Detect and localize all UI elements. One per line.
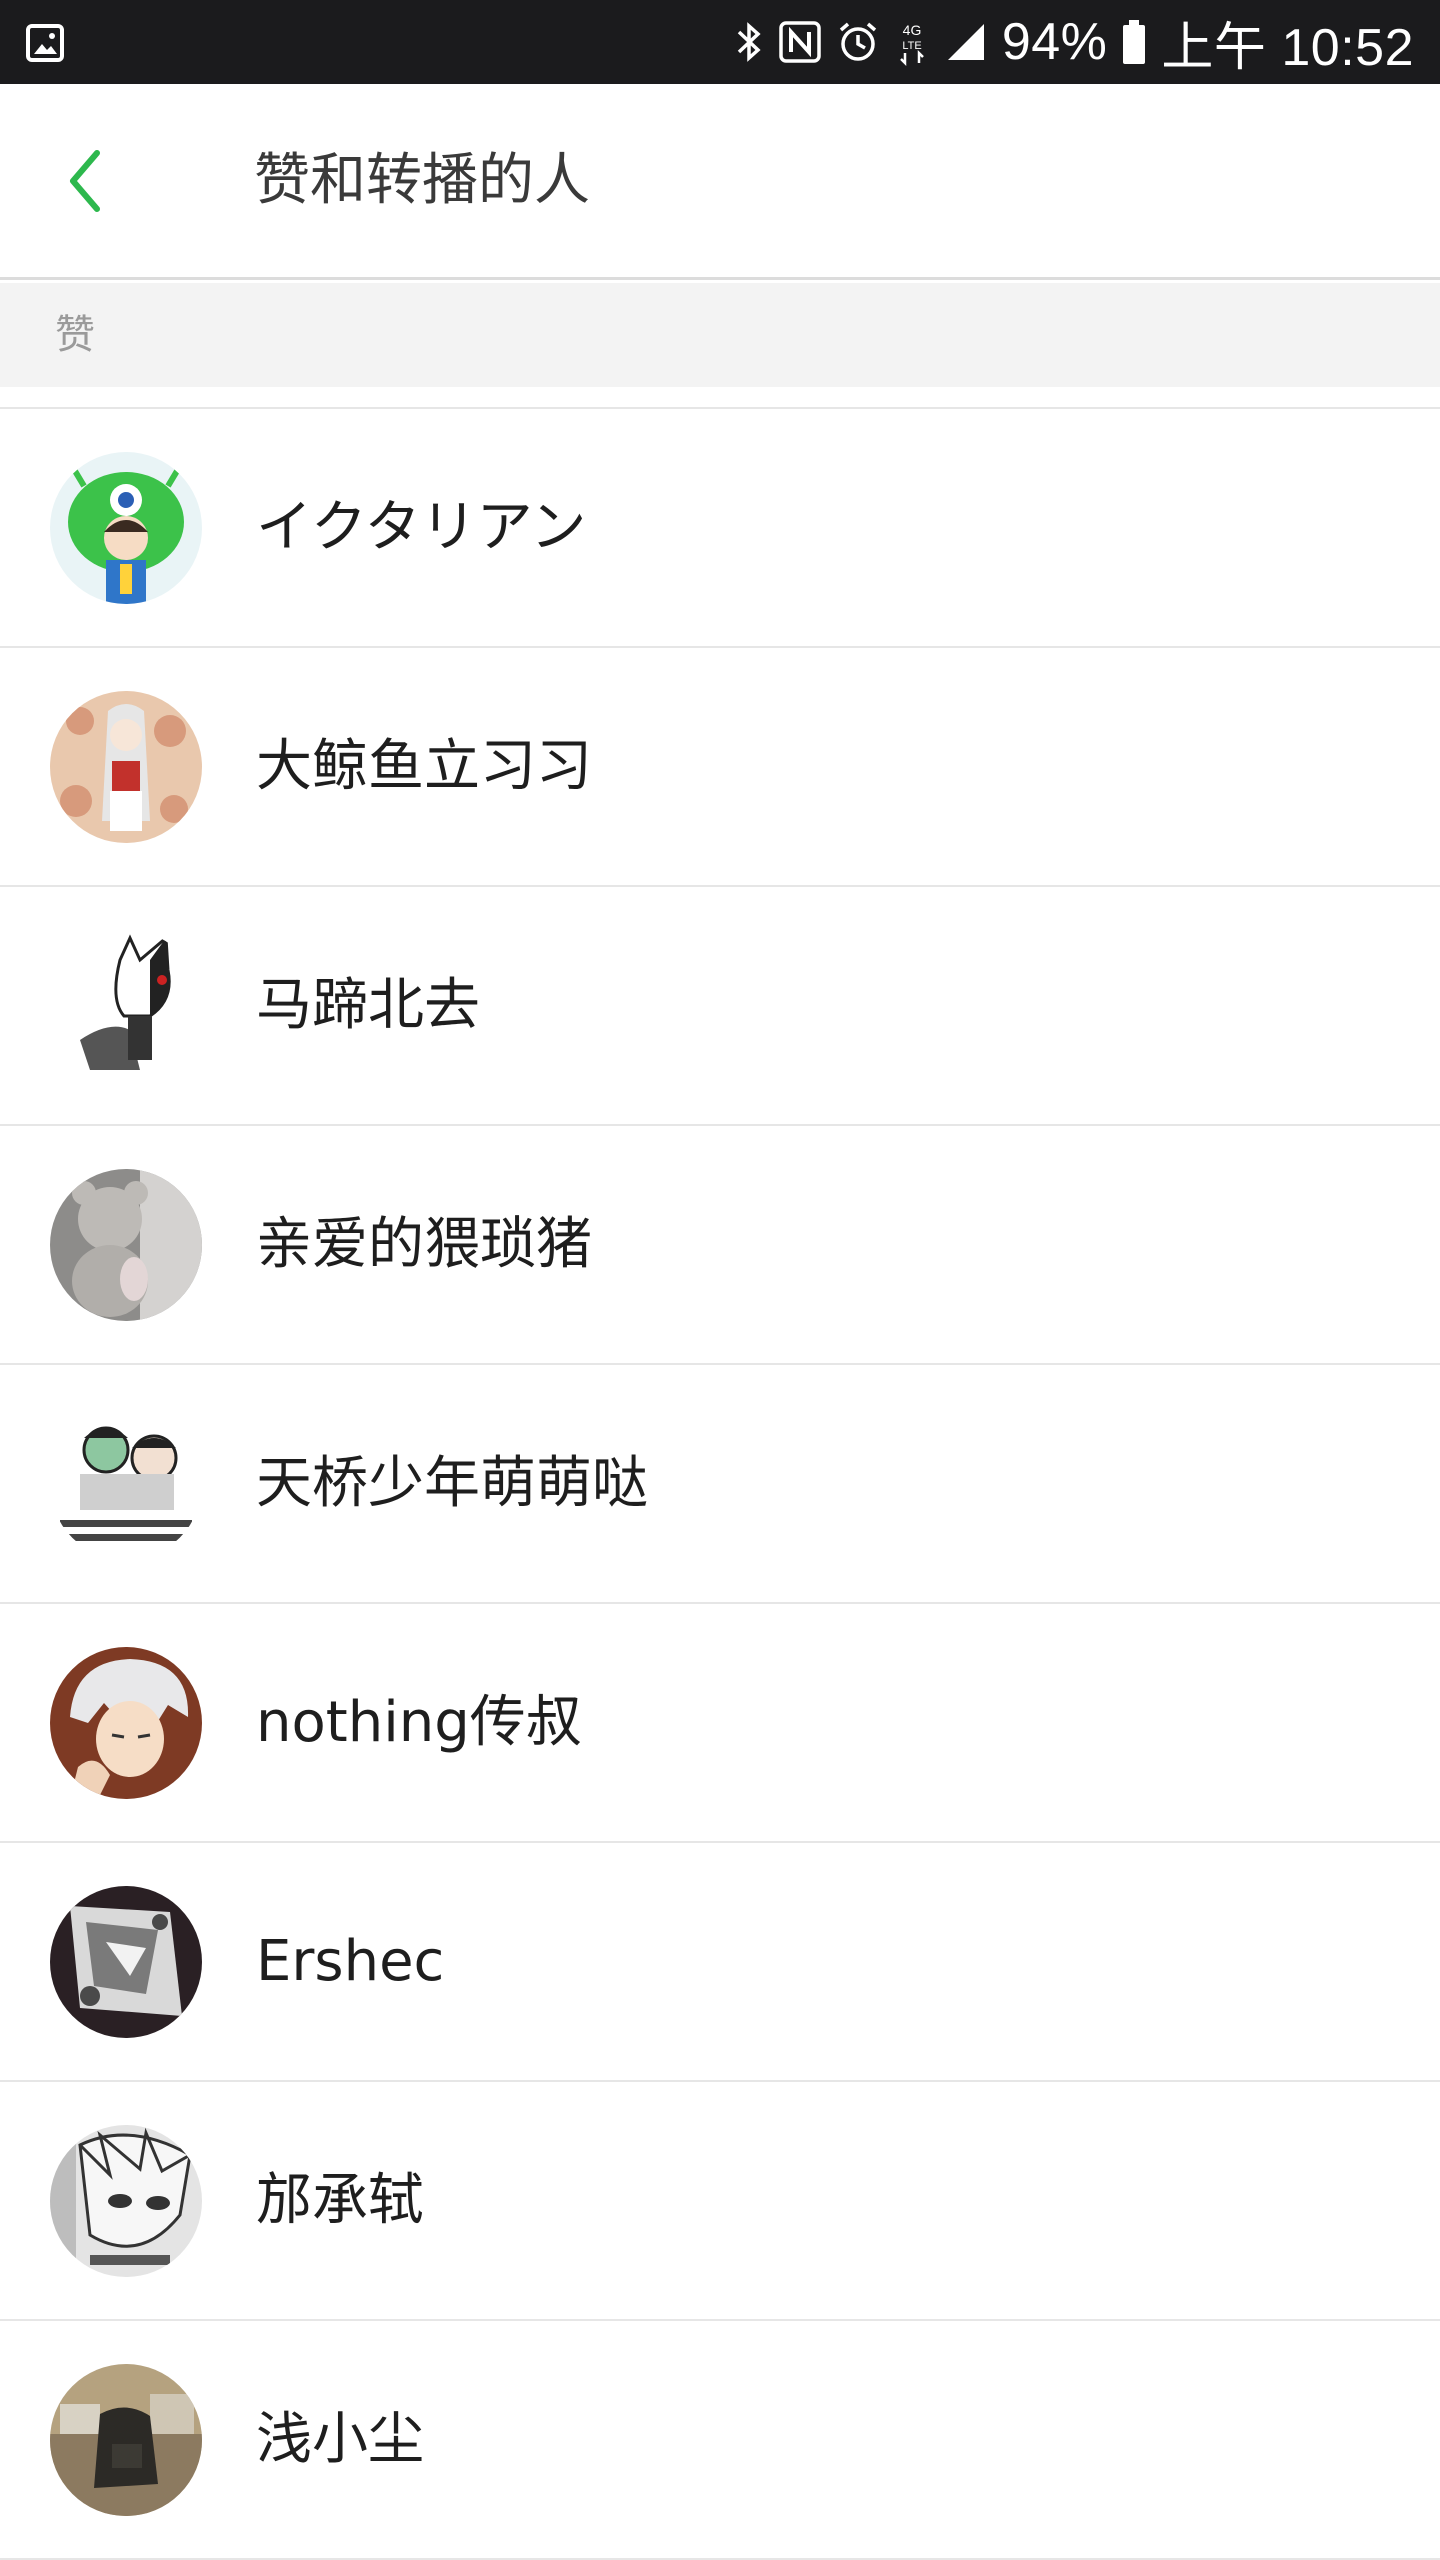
list-item[interactable]: 马蹄北去 bbox=[0, 887, 1440, 1126]
svg-text:LTE: LTE bbox=[902, 40, 921, 52]
nfc-icon bbox=[779, 21, 821, 63]
user-name: 浅小尘 bbox=[256, 2407, 424, 2472]
list-item[interactable]: Ershec bbox=[0, 1843, 1440, 2082]
user-name: 亲爱的猥琐猪 bbox=[256, 1212, 592, 1277]
battery-icon bbox=[1123, 20, 1146, 64]
svg-text:4G: 4G bbox=[903, 22, 922, 38]
green-alien-avatar bbox=[50, 452, 202, 604]
silver-hair-anime-avatar bbox=[50, 1647, 202, 1799]
list-item[interactable]: 亲爱的猥琐猪 bbox=[0, 1126, 1440, 1365]
divider bbox=[0, 387, 1440, 409]
signal-icon bbox=[947, 24, 984, 60]
list-item[interactable]: 大鲸鱼立习习 bbox=[0, 648, 1440, 887]
avatar bbox=[50, 1169, 202, 1321]
fox-cartoon-avatar bbox=[50, 930, 202, 1082]
user-name: Ershec bbox=[256, 1929, 445, 1994]
gallery-icon bbox=[26, 24, 64, 62]
user-name: イクタリアン bbox=[256, 495, 587, 560]
user-list: イクタリアン 大鲸鱼立习习 马蹄北去 亲爱的猥琐猪 天桥少年萌萌哒 nothin… bbox=[0, 409, 1440, 2560]
battery-percent: 94% bbox=[1001, 13, 1108, 71]
alarm-icon bbox=[839, 22, 876, 61]
section-label: 赞 bbox=[55, 312, 95, 358]
avatar bbox=[50, 1647, 202, 1799]
avatar bbox=[50, 691, 202, 843]
user-name: nothing传叔 bbox=[256, 1690, 582, 1755]
back-button[interactable] bbox=[40, 136, 130, 226]
photo-avatar bbox=[50, 2364, 202, 2516]
sketch-art-avatar bbox=[50, 1886, 202, 2038]
list-item[interactable]: イクタリアン bbox=[0, 409, 1440, 648]
status-bar: 4G LTE 94% 上午 10:52 bbox=[0, 0, 1440, 84]
list-item[interactable]: 浅小尘 bbox=[0, 2321, 1440, 2560]
app-bar: 赞和转播的人 bbox=[0, 84, 1440, 280]
list-item[interactable]: 天桥少年萌萌哒 bbox=[0, 1365, 1440, 1604]
manga-face-avatar bbox=[50, 2125, 202, 2277]
avatar bbox=[50, 2364, 202, 2516]
meme-comic-avatar bbox=[50, 1408, 202, 1560]
bluetooth-icon bbox=[737, 22, 761, 62]
user-name: 马蹄北去 bbox=[256, 973, 480, 1038]
user-name: 大鲸鱼立习习 bbox=[256, 734, 592, 799]
user-name: 邡承轼 bbox=[256, 2168, 424, 2233]
avatar bbox=[50, 2125, 202, 2277]
avatar bbox=[50, 452, 202, 604]
anime-girl-avatar bbox=[50, 691, 202, 843]
avatar bbox=[50, 1408, 202, 1560]
clock: 上午 10:52 bbox=[1161, 18, 1414, 77]
lte-icon: 4G LTE bbox=[899, 22, 924, 67]
list-item[interactable]: nothing传叔 bbox=[0, 1604, 1440, 1843]
avatar bbox=[50, 930, 202, 1082]
list-item[interactable]: 邡承轼 bbox=[0, 2082, 1440, 2321]
chevron-left-icon bbox=[70, 150, 100, 212]
section-header: 赞 bbox=[0, 283, 1440, 387]
page-title: 赞和转播的人 bbox=[254, 148, 590, 213]
avatar bbox=[50, 1886, 202, 2038]
teddy-bear-avatar bbox=[50, 1169, 202, 1321]
user-name: 天桥少年萌萌哒 bbox=[256, 1451, 648, 1516]
